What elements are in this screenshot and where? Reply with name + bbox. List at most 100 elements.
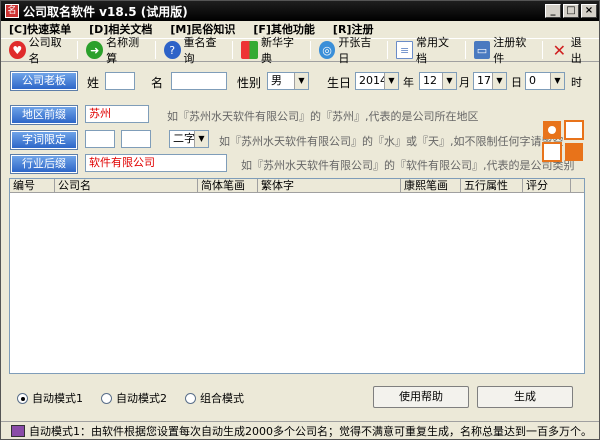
column-header[interactable]: 编号	[10, 179, 55, 192]
mode-auto2-radio[interactable]: 自动模式2	[101, 390, 167, 406]
toolbar-name-test-button[interactable]: ➜ 名称测算	[86, 36, 146, 65]
toolbar-exit-button[interactable]: ✕ 退出	[551, 36, 591, 65]
status-text: 自动模式1：由软件根据您设置每次自动生成2000多个公司名；觉得不满意可重复生成…	[29, 425, 592, 438]
month-select[interactable]: 12 ▼	[419, 72, 457, 90]
minimize-button[interactable]: _	[545, 4, 561, 18]
toolbar-separator	[309, 41, 311, 59]
industry-input[interactable]: 软件有限公司	[85, 154, 227, 172]
results-table[interactable]: 编号 公司名 简体笔画 繁体字 康熙笔画 五行属性 评分	[9, 178, 585, 374]
year-select[interactable]: 2014 ▼	[355, 72, 399, 90]
gender-value: 男	[271, 74, 282, 87]
hour-unit: 时	[571, 76, 582, 89]
birthday-label: 生日	[327, 76, 352, 90]
toolbar: ♥ 公司取名 ➜ 名称测算 ? 重名查询 新华字典 ◎ 开张吉日 ≡ 常用文档	[1, 36, 599, 65]
toolbar-separator	[464, 41, 466, 59]
mode-combo-radio[interactable]: 组合模式	[185, 390, 244, 406]
chevron-down-icon: ▼	[492, 73, 506, 89]
industry-suffix-button[interactable]: 行业后缀	[10, 154, 78, 174]
toolbar-auspicious-day-button[interactable]: ◎ 开张吉日	[318, 36, 379, 65]
hour-value: 0	[529, 74, 536, 87]
toolbar-label: 开张吉日	[338, 36, 372, 65]
office-logo-icon	[542, 120, 584, 162]
maximize-button[interactable]: □	[563, 4, 579, 18]
toolbar-duplicate-check-button[interactable]: ? 重名查询	[163, 36, 224, 65]
chevron-down-icon: ▼	[194, 131, 208, 147]
radio-dot	[101, 392, 112, 404]
close-window-button[interactable]: ×	[581, 4, 597, 18]
document-icon: ≡	[396, 41, 413, 59]
month-unit: 月	[459, 76, 470, 89]
help-button[interactable]: 使用帮助	[373, 386, 469, 408]
year-value: 2014	[359, 74, 387, 87]
day-unit: 日	[511, 76, 522, 89]
table-header: 编号 公司名 简体笔画 繁体字 康熙笔画 五行属性 评分	[10, 179, 584, 193]
column-header[interactable]: 简体笔画	[198, 179, 258, 192]
window-title: 公司取名软件 v18.5 (试用版)	[23, 4, 188, 19]
chevron-down-icon: ▼	[384, 73, 398, 89]
month-value: 12	[423, 74, 437, 87]
region-input[interactable]: 苏州	[85, 105, 149, 123]
day-select[interactable]: 17 ▼	[473, 72, 507, 90]
radio-label: 组合模式	[200, 392, 244, 405]
toolbar-separator	[387, 41, 389, 59]
close-icon: ✕	[552, 40, 567, 60]
industry-hint: 如『苏州水天软件有限公司』的『软件有限公司』,代表的是公司类别	[241, 159, 575, 172]
radio-label: 自动模式1	[32, 392, 83, 405]
toolbar-separator	[232, 41, 234, 59]
app-icon: 名	[5, 4, 19, 18]
column-header[interactable]: 公司名	[55, 179, 198, 192]
radio-dot	[185, 392, 196, 404]
gender-select[interactable]: 男 ▼	[267, 72, 309, 90]
monitor-icon: ▭	[473, 41, 491, 59]
toolbar-company-naming-button[interactable]: ♥ 公司取名	[9, 36, 69, 65]
chevron-down-icon: ▼	[294, 73, 308, 89]
book-icon	[11, 425, 25, 437]
surname-label: 姓	[87, 76, 100, 90]
given-name-input[interactable]	[171, 72, 227, 90]
status-bar: 自动模式1：由软件根据您设置每次自动生成2000多个公司名；觉得不满意可重复生成…	[1, 421, 599, 440]
char-hint: 如『苏州水天软件有限公司』的『水』或『天』,如不限制任何字请留空	[219, 135, 564, 148]
toolbar-dictionary-button[interactable]: 新华字典	[241, 36, 301, 65]
toolbar-common-docs-button[interactable]: ≡ 常用文档	[396, 36, 456, 65]
region-prefix-button[interactable]: 地区前缀	[10, 105, 78, 125]
given-name-label: 名	[151, 76, 164, 90]
heart-icon: ♥	[9, 41, 26, 59]
char-count-value: 二字	[173, 132, 195, 145]
year-unit: 年	[403, 76, 414, 89]
app-window: 名 公司取名软件 v18.5 (试用版) _ □ × [C]快速菜单 [D]相关…	[0, 0, 600, 440]
column-header[interactable]: 康熙笔画	[401, 179, 461, 192]
toolbar-label: 常用文档	[415, 36, 449, 65]
toolbar-label: 重名查询	[183, 36, 217, 65]
boss-button[interactable]: 公司老板	[10, 71, 78, 91]
toolbar-register-button[interactable]: ▭ 注册软件	[473, 36, 534, 65]
toolbar-label: 退出	[570, 36, 582, 65]
gender-label: 性别	[237, 76, 262, 90]
char2-input[interactable]	[121, 130, 151, 148]
toolbar-label: 公司取名	[28, 36, 62, 65]
char1-input[interactable]	[85, 130, 115, 148]
windows-logo-icon	[241, 41, 258, 59]
toolbar-separator	[542, 41, 544, 59]
arrow-right-icon: ➜	[86, 41, 104, 59]
toolbar-separator	[77, 41, 79, 59]
radio-dot	[17, 392, 28, 404]
column-header[interactable]: 繁体字	[258, 179, 401, 192]
column-header[interactable]: 评分	[523, 179, 571, 192]
region-hint: 如『苏州水天软件有限公司』的『苏州』,代表的是公司所在地区	[167, 110, 479, 123]
hour-select[interactable]: 0 ▼	[525, 72, 565, 90]
toolbar-label: 注册软件	[493, 36, 527, 65]
column-header[interactable]: 五行属性	[461, 179, 523, 192]
help-icon: ?	[163, 41, 181, 59]
title-bar: 名 公司取名软件 v18.5 (试用版) _ □ ×	[1, 1, 599, 21]
surname-input[interactable]	[105, 72, 135, 90]
generate-button[interactable]: 生成	[477, 386, 573, 408]
radio-label: 自动模式2	[116, 392, 167, 405]
chevron-down-icon: ▼	[550, 73, 564, 89]
toolbar-separator	[154, 41, 156, 59]
char-count-select[interactable]: 二字 ▼	[169, 130, 209, 148]
mode-auto1-radio[interactable]: 自动模式1	[17, 390, 83, 406]
day-value: 17	[477, 74, 491, 87]
globe-icon: ◎	[318, 41, 336, 59]
char-limit-button[interactable]: 字词限定	[10, 130, 78, 150]
chevron-down-icon: ▼	[442, 73, 456, 89]
